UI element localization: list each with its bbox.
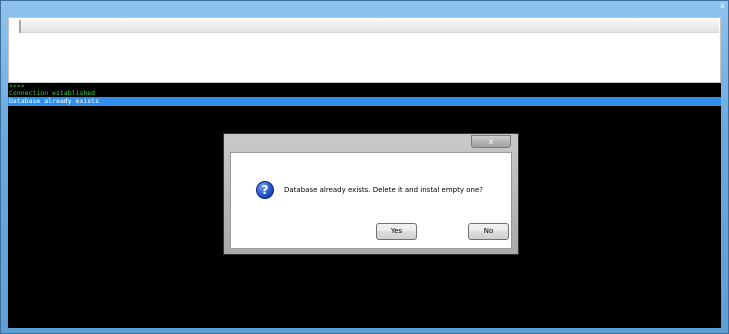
window-close-button[interactable]: x	[720, 2, 726, 10]
confirm-dialog: x ? Database already exists. Delete it a…	[223, 133, 519, 255]
yes-button[interactable]: Yes	[376, 223, 417, 240]
no-button[interactable]: No	[468, 223, 509, 240]
dialog-close-button[interactable]: x	[471, 135, 511, 148]
toolbar-grip[interactable]	[19, 20, 21, 33]
console-line-selected[interactable]: Database already exists	[8, 97, 721, 106]
question-icon: ?	[256, 181, 274, 199]
main-window: x **** Connection established Database a…	[0, 0, 729, 334]
toolbar	[19, 20, 719, 33]
dialog-titlebar[interactable]: x	[224, 134, 518, 151]
dialog-message: Database already exists. Delete it and i…	[284, 186, 483, 194]
window-titlebar: x	[1, 1, 728, 17]
toolbar-area	[8, 17, 721, 83]
console-line-connection: Connection established	[9, 89, 96, 97]
